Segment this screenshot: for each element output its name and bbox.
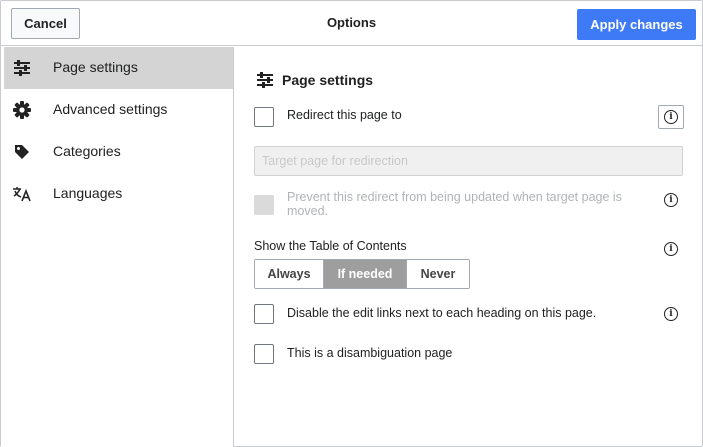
language-icon bbox=[12, 184, 32, 204]
dialog-header: Cancel Options Apply changes bbox=[1, 1, 702, 46]
sidebar-item-label: Advanced settings bbox=[53, 101, 168, 117]
redirect-info-button[interactable]: i bbox=[658, 105, 684, 129]
sliders-icon bbox=[12, 58, 32, 78]
disable-edit-links-label: Disable the edit links next to each head… bbox=[287, 306, 597, 320]
sidebar-item-languages[interactable]: Languages bbox=[4, 173, 233, 215]
sidebar-item-page-settings[interactable]: Page settings bbox=[4, 47, 233, 89]
info-icon: i bbox=[664, 110, 678, 124]
sidebar: Page settings Advanced settings Categori… bbox=[1, 47, 234, 447]
disable-edit-links-checkbox[interactable] bbox=[254, 304, 274, 324]
info-icon[interactable]: i bbox=[664, 193, 678, 207]
toc-always-button[interactable]: Always bbox=[255, 260, 324, 288]
panel-title: Page settings bbox=[282, 72, 374, 88]
sidebar-item-categories[interactable]: Categories bbox=[4, 131, 233, 173]
tag-icon bbox=[12, 142, 32, 162]
toc-if-needed-button[interactable]: If needed bbox=[324, 260, 407, 288]
prevent-redirect-label: Prevent this redirect from being updated… bbox=[287, 190, 622, 218]
toc-button-group: Always If needed Never bbox=[254, 259, 470, 289]
apply-changes-button[interactable]: Apply changes bbox=[577, 9, 696, 40]
redirect-label: Redirect this page to bbox=[287, 108, 402, 122]
toc-never-button[interactable]: Never bbox=[407, 260, 469, 288]
disambiguation-checkbox[interactable] bbox=[254, 344, 274, 364]
sidebar-item-label: Categories bbox=[53, 143, 121, 159]
prevent-redirect-checkbox[interactable] bbox=[254, 195, 274, 215]
sidebar-item-advanced-settings[interactable]: Advanced settings bbox=[4, 89, 233, 131]
options-dialog: Cancel Options Apply changes Page settin… bbox=[0, 0, 703, 447]
page-settings-panel: Page settings Redirect this page to i Pr… bbox=[235, 47, 702, 447]
disambiguation-label: This is a disambiguation page bbox=[287, 346, 453, 360]
toc-label: Show the Table of Contents bbox=[254, 239, 407, 253]
gear-icon bbox=[12, 100, 32, 120]
redirect-checkbox[interactable] bbox=[254, 107, 274, 127]
info-icon[interactable]: i bbox=[664, 242, 678, 256]
redirect-target-input[interactable] bbox=[254, 146, 683, 176]
sidebar-item-label: Page settings bbox=[53, 59, 138, 75]
sidebar-item-label: Languages bbox=[53, 185, 123, 201]
sliders-icon bbox=[256, 72, 276, 90]
info-icon[interactable]: i bbox=[664, 307, 678, 321]
